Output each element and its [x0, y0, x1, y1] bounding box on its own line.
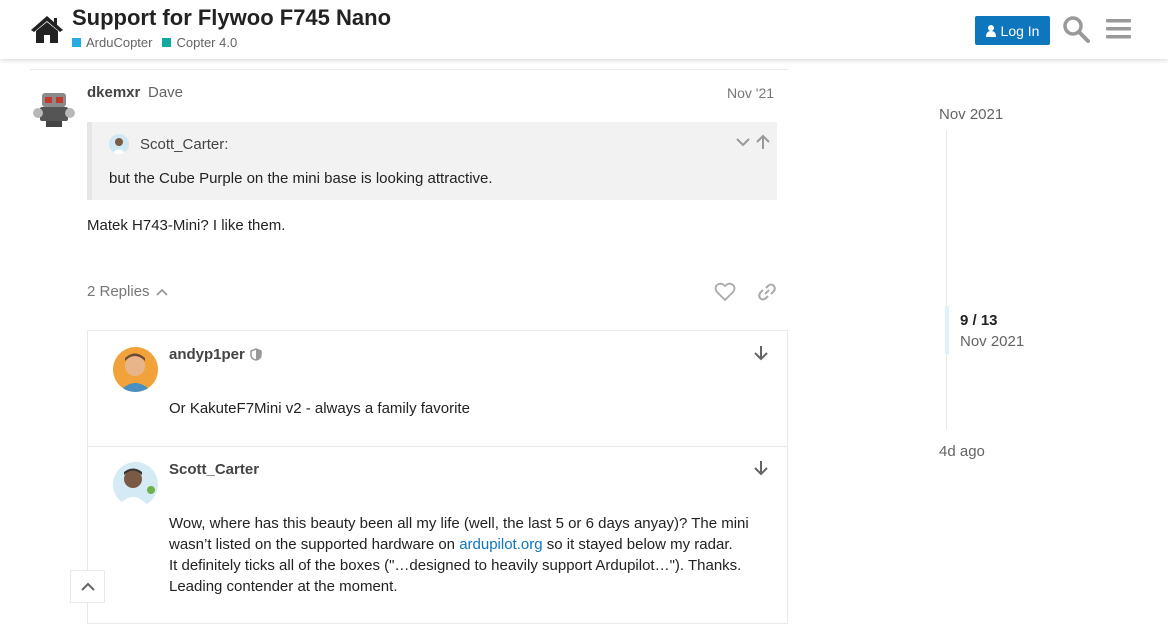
- reply-username-text: andyp1per: [169, 346, 245, 363]
- quote-block: Scott_Carter: but the Cube Purple on the…: [87, 122, 777, 200]
- search-icon[interactable]: [1062, 15, 1090, 43]
- reply-line-text: so it stayed below my radar.: [542, 536, 733, 553]
- reply-line-text: wasn’t listed on the supported hardware …: [169, 536, 460, 553]
- category-label: ArduCopter: [86, 35, 153, 50]
- timeline-track[interactable]: [946, 130, 947, 430]
- shield-icon: [250, 348, 262, 361]
- chevron-up-icon: [80, 582, 95, 591]
- scroll-to-top-button[interactable]: [70, 570, 105, 603]
- post-username[interactable]: dkemxr: [87, 84, 140, 101]
- replies-toggle-button[interactable]: 2 Replies: [87, 283, 168, 300]
- category-color-swatch: [72, 38, 81, 47]
- login-button[interactable]: Log In: [975, 16, 1050, 45]
- post-body: Matek H743-Mini? I like them.: [87, 217, 286, 234]
- login-label: Log In: [1000, 22, 1040, 39]
- page-title[interactable]: Support for Flywoo F745 Nano: [72, 5, 391, 31]
- reply-line: It definitely ticks all of the boxes ("……: [169, 557, 742, 574]
- timeline-start-date[interactable]: Nov 2021: [939, 106, 1003, 123]
- ardupilot-link[interactable]: ardupilot.org: [459, 536, 542, 553]
- replies-label: 2 Replies: [87, 283, 150, 300]
- reply-text: Wow, where has this beauty been all my l…: [169, 513, 749, 597]
- divider: [88, 446, 787, 447]
- site-header: Support for Flywoo F745 Nano ArduCopter …: [0, 0, 1168, 59]
- quote-text: but the Cube Purple on the mini base is …: [109, 170, 493, 187]
- category-copter-4[interactable]: Copter 4.0: [162, 35, 237, 50]
- category-label: Copter 4.0: [176, 35, 238, 50]
- reply-line: Wow, where has this beauty been all my l…: [169, 515, 749, 532]
- reply-username[interactable]: Scott_Carter: [169, 461, 259, 478]
- reply-text: Or KakuteF7Mini v2 - always a family fav…: [169, 400, 470, 417]
- replies-container: andyp1per Or KakuteF7Mini v2 - always a …: [87, 330, 788, 624]
- reply-avatar[interactable]: [113, 462, 158, 507]
- post-full-name: Dave: [148, 84, 184, 101]
- arrow-down-icon[interactable]: [754, 345, 768, 361]
- category-arducopter[interactable]: ArduCopter: [72, 35, 152, 50]
- category-list: ArduCopter Copter 4.0: [72, 35, 237, 50]
- arrow-up-icon[interactable]: [756, 134, 770, 150]
- post-date[interactable]: Nov '21: [727, 85, 774, 101]
- timeline-end-date[interactable]: 4d ago: [939, 443, 985, 460]
- arrow-down-icon[interactable]: [754, 460, 768, 476]
- reply-line: wasn’t listed on the supported hardware …: [169, 534, 749, 555]
- heart-icon[interactable]: [714, 282, 736, 302]
- chevron-up-icon: [155, 288, 168, 296]
- reply-username[interactable]: andyp1per: [169, 346, 262, 363]
- avatar[interactable]: [32, 85, 76, 129]
- reply-username-text: Scott_Carter: [169, 461, 260, 478]
- quote-avatar: [109, 134, 129, 154]
- hamburger-menu-icon[interactable]: [1106, 17, 1131, 41]
- user-icon: [985, 24, 996, 37]
- quote-username: Scott_Carter:: [140, 136, 229, 153]
- chevron-down-icon[interactable]: [736, 135, 750, 149]
- reply-avatar[interactable]: [113, 347, 158, 392]
- category-color-swatch: [162, 38, 172, 47]
- timeline-scroller-handle[interactable]: [945, 306, 949, 354]
- timeline-current-date: Nov 2021: [960, 333, 1025, 350]
- link-icon[interactable]: [757, 282, 777, 302]
- reply-line: Leading contender at the moment.: [169, 578, 398, 595]
- timeline-position: 9 / 13: [960, 312, 998, 329]
- divider: [30, 69, 788, 70]
- home-logo-icon[interactable]: [30, 14, 64, 44]
